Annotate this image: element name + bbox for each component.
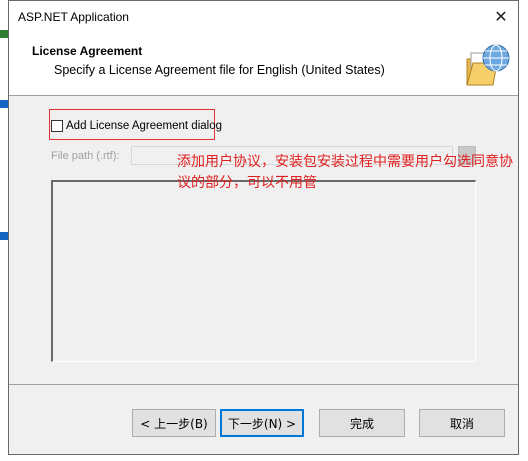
background-icon — [0, 232, 8, 240]
license-preview-area — [51, 180, 476, 362]
wizard-header: License Agreement Specify a License Agre… — [9, 31, 518, 96]
folder-globe-icon — [466, 44, 510, 86]
back-button-label: < 上一步(B) — [140, 416, 208, 431]
license-checkbox[interactable] — [51, 120, 63, 132]
cancel-button-label: 取消 — [449, 416, 474, 431]
back-button[interactable]: < 上一步(B) — [132, 409, 216, 437]
background-icon — [0, 100, 8, 108]
window-title: ASP.NET Application — [18, 10, 129, 24]
annotation-note: 添加用户协议，安装包安装过程中需要用户勾选同意协议的部分，可以不用管 — [177, 154, 513, 191]
finish-button[interactable]: 完成 — [319, 409, 405, 437]
finish-button-label: 完成 — [349, 416, 374, 431]
background-window-left — [0, 0, 8, 461]
page-subtitle: Specify a License Agreement file for Eng… — [54, 63, 385, 77]
footer-divider — [9, 384, 518, 385]
close-icon: ✕ — [494, 6, 508, 26]
next-button-label: 下一步(N) > — [227, 416, 297, 431]
title-bar: ASP.NET Application ✕ — [9, 1, 518, 31]
background-window-right — [520, 0, 528, 461]
close-button[interactable]: ✕ — [484, 1, 518, 31]
file-path-label: File path (.rtf): — [51, 150, 120, 162]
wizard-body: Add License Agreement dialog File path (… — [9, 96, 518, 454]
background-icon — [0, 30, 8, 38]
installer-dialog: ASP.NET Application ✕ License Agreement … — [8, 0, 519, 455]
license-checkbox-label[interactable]: Add License Agreement dialog — [66, 120, 222, 132]
page-title: License Agreement — [32, 44, 143, 58]
cancel-button[interactable]: 取消 — [419, 409, 505, 437]
next-button[interactable]: 下一步(N) > — [220, 409, 304, 437]
